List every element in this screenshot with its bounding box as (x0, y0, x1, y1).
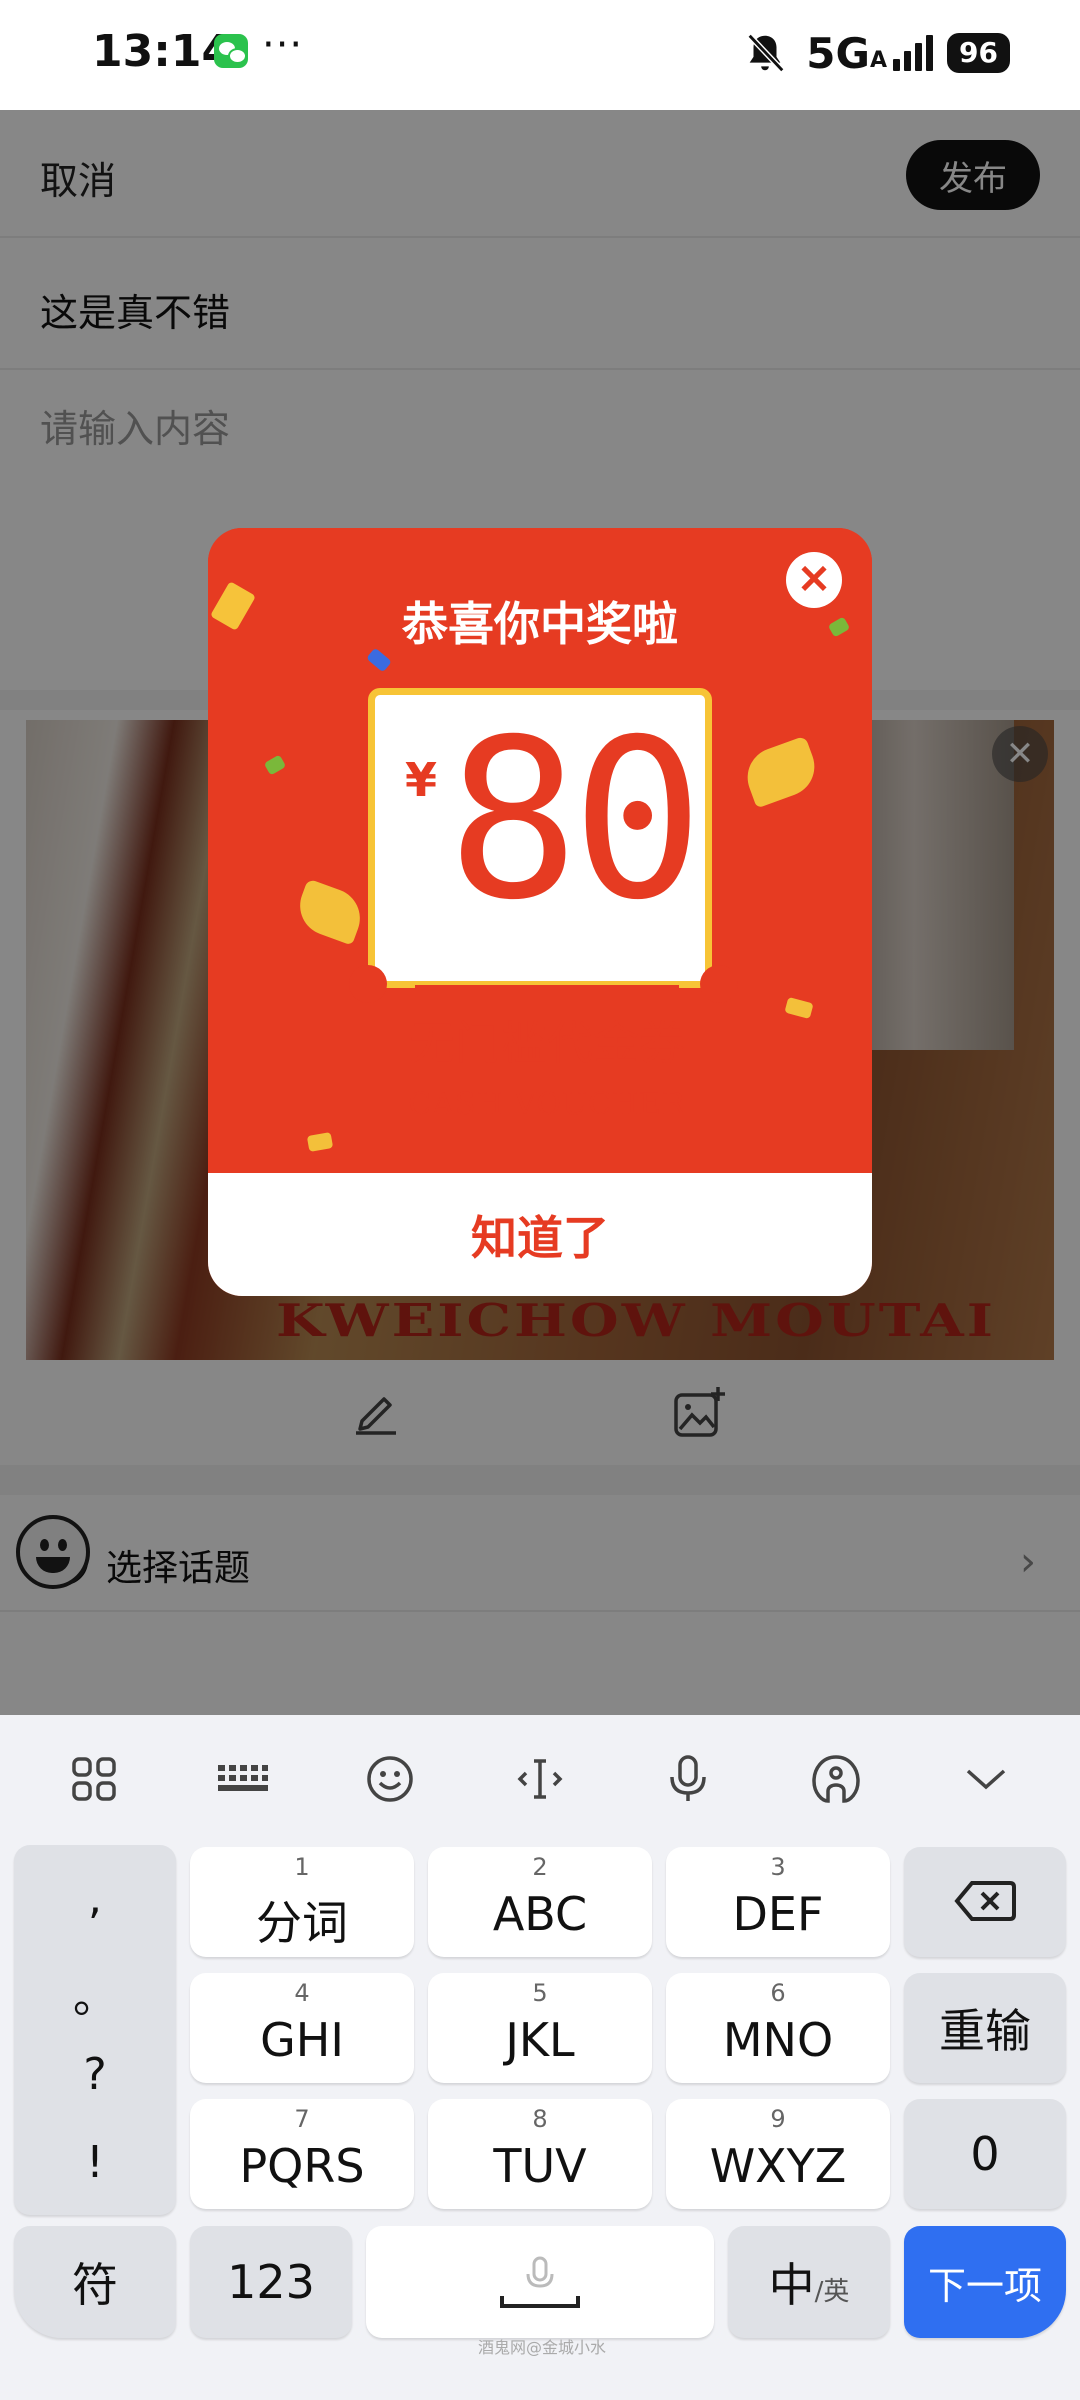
voucher-divider (415, 985, 679, 989)
voucher-notch (349, 965, 387, 1003)
theme-icon[interactable] (810, 1753, 862, 1805)
key-number: 4 (294, 1979, 310, 2007)
lang-sub: /英 (814, 2276, 850, 2307)
status-right-group: 5G A 96 (742, 28, 1010, 78)
punctuation-column[interactable]: , 。 ? ! (14, 1845, 176, 2215)
key-number: 6 (770, 1979, 786, 2007)
keyboard-icon[interactable] (216, 1753, 268, 1805)
confetti-piece (291, 878, 369, 946)
key-label: 下一项 (927, 2263, 1042, 2308)
network-subtype: A (870, 47, 888, 73)
microphone-icon[interactable] (662, 1753, 714, 1805)
popup-footer: 知道了 (208, 1173, 872, 1296)
key-9-wxyz[interactable]: 9 WXYZ (666, 2099, 890, 2209)
mute-bell-icon (747, 33, 785, 73)
key-label: WXYZ (709, 2139, 847, 2193)
language-switch-key[interactable]: 中/英 (728, 2226, 890, 2338)
lang-main: 中 (768, 2258, 815, 2312)
voucher-notch (700, 965, 738, 1003)
key-number: 1 (294, 1853, 310, 1881)
voucher-type: 无门槛代金券 (409, 1016, 685, 1070)
key-label: 123 (227, 2255, 315, 2309)
backspace-key[interactable] (904, 1847, 1066, 1957)
punct-comma-key[interactable]: , (14, 1873, 176, 1924)
key-2-abc[interactable]: 2 ABC (428, 1847, 652, 1957)
numeric-key[interactable]: 123 (190, 2226, 352, 2338)
key-label: ABC (492, 1887, 588, 1941)
watermark: 酒鬼网@金城小水 (478, 2338, 607, 2357)
punct-exclaim-key[interactable]: ! (14, 2137, 176, 2188)
reward-popup: 恭喜你中奖啦 ✕ ¥ 80 无门槛代金券 CASH VOUCHER 知道了 (208, 528, 872, 1296)
status-bar: 13:14 ··· 5G A 96 (0, 0, 1080, 110)
punct-period-key[interactable]: 。 (14, 1961, 176, 2025)
voucher-currency: ¥ (405, 753, 438, 807)
key-label: PQRS (239, 2139, 365, 2193)
status-more-indicator: ··· (262, 22, 304, 68)
cursor-icon[interactable] (514, 1753, 566, 1805)
signal-bars-icon (893, 35, 937, 71)
got-it-button[interactable]: 知道了 (208, 1173, 872, 1296)
key-5-jkl[interactable]: 5 JKL (428, 1973, 652, 2083)
key-label: 符 (72, 2258, 118, 2312)
next-item-key[interactable]: 下一项 (904, 2226, 1066, 2338)
key-label: JKL (505, 2013, 575, 2067)
voucher-subtitle: CASH VOUCHER (408, 1087, 686, 1122)
emoji-icon[interactable] (364, 1753, 416, 1805)
confetti-piece (739, 735, 823, 809)
key-label: 重输 (939, 2004, 1031, 2058)
key-label: 分词 (256, 1896, 348, 1950)
symbol-key[interactable]: 符 (14, 2226, 176, 2338)
key-3-def[interactable]: 3 DEF (666, 1847, 890, 1957)
confetti-piece (263, 754, 287, 776)
confetti-piece (784, 996, 814, 1020)
key-label: MNO (722, 2013, 834, 2067)
key-number: 9 (770, 2105, 786, 2133)
network-type: 5G (806, 28, 870, 78)
voucher-card: ¥ 80 无门槛代金券 CASH VOUCHER (349, 688, 738, 1122)
key-label: DEF (732, 1887, 824, 1941)
key-number: 2 (532, 1853, 548, 1881)
key-0[interactable]: 0 (904, 2099, 1066, 2209)
status-time: 13:14 (92, 26, 233, 77)
key-7-pqrs[interactable]: 7 PQRS (190, 2099, 414, 2209)
wechat-notification-icon (214, 34, 248, 68)
key-number: 8 (532, 2105, 548, 2133)
backspace-icon (954, 1881, 1016, 1921)
key-8-tuv[interactable]: 8 TUV (428, 2099, 652, 2209)
keyboard-toolbar (0, 1715, 1080, 1835)
space-voice-icon (500, 2256, 580, 2308)
key-4-ghi[interactable]: 4 GHI (190, 1973, 414, 2083)
key-6-mno[interactable]: 6 MNO (666, 1973, 890, 2083)
confetti-piece (306, 1132, 334, 1152)
key-number: 5 (532, 1979, 548, 2007)
voucher-amount: 80 (447, 692, 704, 948)
battery-indicator: 96 (947, 33, 1010, 73)
key-label: GHI (260, 2013, 344, 2067)
key-label: 0 (970, 2127, 1000, 2181)
popup-heading: 恭喜你中奖啦 (402, 597, 678, 651)
popup-red-panel: 恭喜你中奖啦 ✕ ¥ 80 无门槛代金券 CASH VOUCHER (208, 528, 872, 1173)
space-key[interactable] (366, 2226, 714, 2338)
collapse-keyboard-icon[interactable] (960, 1753, 1012, 1805)
key-number: 7 (294, 2105, 310, 2133)
key-label: TUV (493, 2139, 587, 2193)
key-label: 中/英 (728, 2226, 890, 2338)
popup-close-button[interactable]: ✕ (786, 552, 842, 608)
key-number: 3 (770, 1853, 786, 1881)
key-1-fenci[interactable]: 1 分词 (190, 1847, 414, 1957)
grid-icon[interactable] (68, 1753, 120, 1805)
reset-input-key[interactable]: 重输 (904, 1973, 1066, 2083)
punct-question-key[interactable]: ? (14, 2049, 176, 2100)
